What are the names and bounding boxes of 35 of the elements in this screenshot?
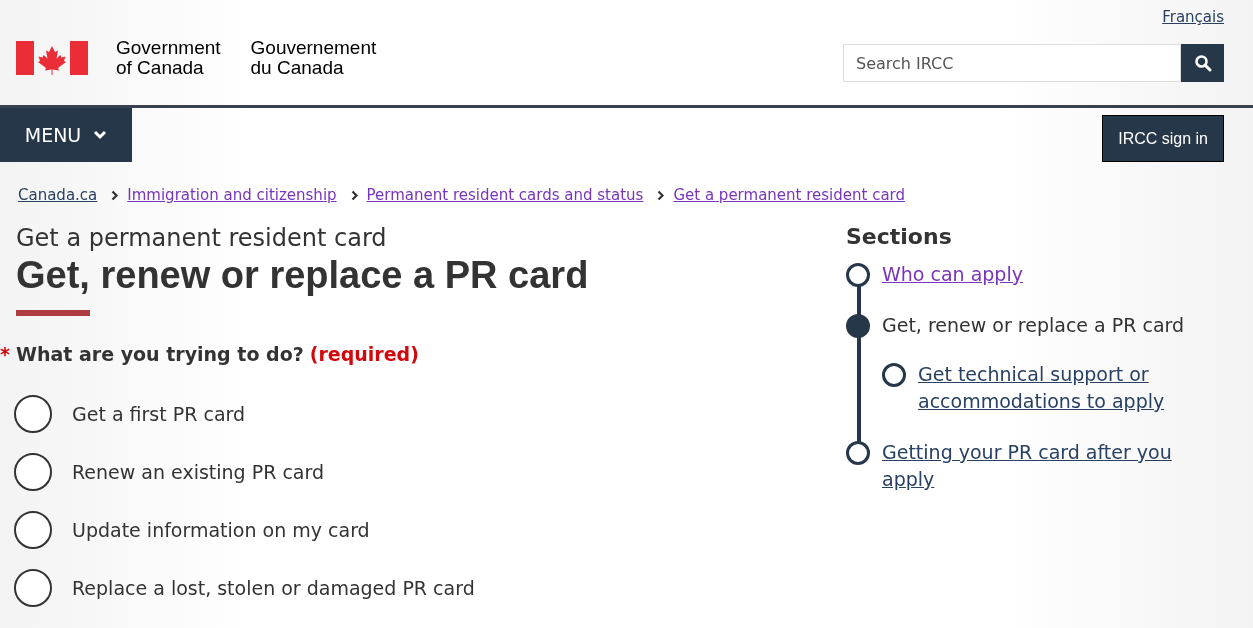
radio-button[interactable] xyxy=(14,453,52,491)
required-asterisk: * xyxy=(0,343,10,365)
search-icon xyxy=(1193,54,1212,72)
option-label[interactable]: Replace a lost, stolen or damaged PR card xyxy=(72,577,475,599)
canada-flag-logo xyxy=(16,40,88,75)
page-title: Get, renew or replace a PR card xyxy=(16,254,590,297)
government-name-french: Gouvernement du Canada xyxy=(250,37,377,78)
page-subtitle: Get a permanent resident card xyxy=(16,224,388,252)
language-link[interactable]: Français xyxy=(1162,8,1224,26)
menu-button[interactable]: MENU xyxy=(0,108,132,162)
radio-button[interactable] xyxy=(14,511,52,549)
sections-heading: Sections xyxy=(846,224,953,249)
chevron-down-icon xyxy=(93,130,108,140)
current-section-label: Get, renew or replace a PR card xyxy=(882,313,1185,338)
radio-button[interactable] xyxy=(14,395,52,433)
section-link[interactable]: Get technical support or accommodations to apply xyxy=(918,361,1212,415)
question-label: What are you trying to do? xyxy=(15,343,304,365)
chevron-right-icon xyxy=(111,189,120,201)
required-label: (required) xyxy=(309,343,419,365)
chevron-right-icon xyxy=(657,189,666,201)
sign-in-button[interactable]: IRCC sign in xyxy=(1102,115,1224,162)
breadcrumb-link[interactable]: Immigration and citizenship xyxy=(127,186,337,204)
option-label[interactable]: Get a first PR card xyxy=(72,403,246,425)
option-label[interactable]: Renew an existing PR card xyxy=(72,461,325,483)
section-link[interactable]: Who can apply xyxy=(882,261,1023,288)
section-link[interactable]: Getting your PR card after you apply xyxy=(882,439,1192,493)
search-field[interactable]: Search IRCC xyxy=(843,44,1181,82)
breadcrumb-link[interactable]: Permanent resident cards and status xyxy=(366,186,644,204)
chevron-right-icon xyxy=(350,189,359,201)
government-name-english: Government of Canada xyxy=(116,37,221,78)
search-button[interactable] xyxy=(1181,44,1224,82)
radio-button[interactable] xyxy=(14,569,52,607)
breadcrumb-link[interactable]: Get a permanent resident card xyxy=(673,186,906,204)
breadcrumb-link[interactable]: Canada.ca xyxy=(18,186,98,204)
option-label[interactable]: Update information on my card xyxy=(72,519,370,541)
